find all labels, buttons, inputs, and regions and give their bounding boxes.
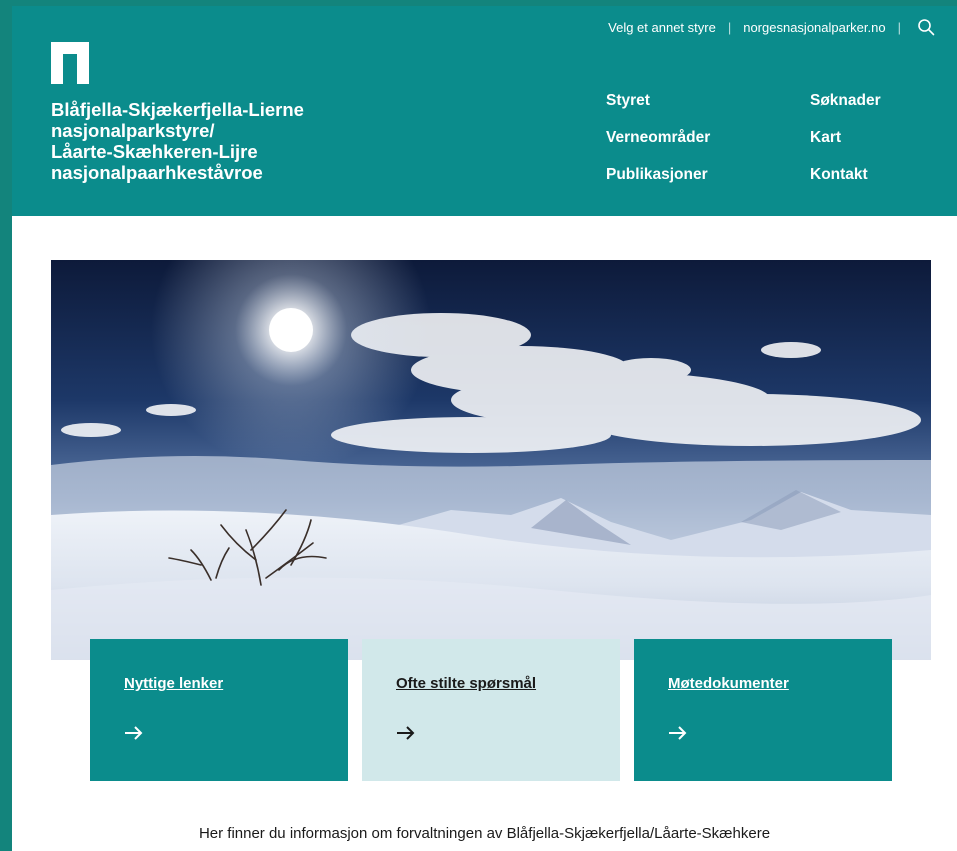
nav-item-kart[interactable]: Kart (810, 129, 841, 147)
utility-separator: | (897, 19, 901, 35)
nav-item-publikasjoner[interactable]: Publikasjoner (606, 166, 708, 184)
intro-text: Her finner du informasjon om forvaltning… (198, 825, 771, 842)
nav-item-styret[interactable]: Styret (606, 92, 650, 110)
site-title-line: Låarte-Skæhkeren-Lijre (51, 141, 258, 162)
nav-item-verneomrader[interactable]: Verneområder (606, 129, 710, 147)
arrow-right-icon (669, 726, 687, 740)
site-title[interactable]: Blåfjella-Skjækerfjella-Lierne nasjonalp… (51, 99, 351, 183)
select-board-link[interactable]: Velg et annet styre (608, 20, 716, 35)
arrow-right-icon (125, 726, 143, 740)
card-ofte-stilte-sporsmal[interactable]: Ofte stilte spørsmål (362, 639, 620, 781)
utility-nav: Velg et annet styre | norgesnasjonalpark… (608, 17, 935, 37)
site-header: Blåfjella-Skjækerfjella-Lierne nasjonalp… (12, 6, 957, 216)
nasjonalparker-link[interactable]: norgesnasjonalparker.no (743, 20, 885, 35)
card-title: Ofte stilte spørsmål (396, 675, 537, 692)
page: Blåfjella-Skjækerfjella-Lierne nasjonalp… (12, 6, 957, 851)
site-logo[interactable] (51, 42, 89, 84)
site-title-line: nasjonalparkstyre/ (51, 120, 215, 141)
site-title-line: Blåfjella-Skjækerfjella-Lierne (51, 99, 304, 120)
card-nyttige-lenker[interactable]: Nyttige lenker (90, 639, 348, 781)
nav-item-soknader[interactable]: Søknader (810, 92, 881, 110)
hero-image (51, 260, 931, 660)
nav-item-kontakt[interactable]: Kontakt (810, 166, 868, 184)
card-title: Møtedokumenter (668, 675, 789, 692)
search-icon[interactable] (917, 18, 935, 36)
arrow-right-icon (397, 726, 415, 740)
site-title-line: nasjonalpaarhkeståvroe (51, 162, 263, 183)
utility-separator: | (727, 19, 732, 35)
card-motedokumenter[interactable]: Møtedokumenter (634, 639, 892, 781)
card-title: Nyttige lenker (124, 675, 224, 692)
